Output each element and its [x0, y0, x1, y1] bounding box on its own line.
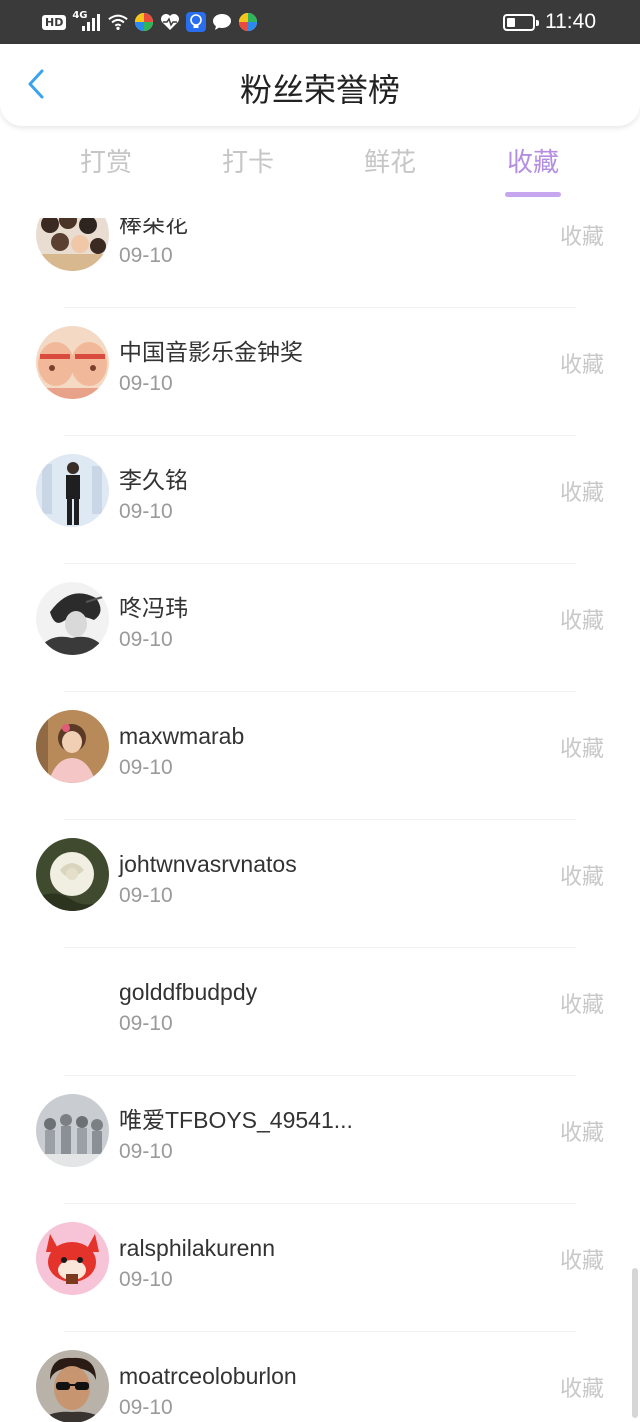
chat-bubble-icon	[212, 12, 232, 32]
favorite-label: 收藏	[559, 737, 604, 762]
list-item[interactable]: 中国音影乐金钟奖 09-10 收藏	[0, 308, 640, 436]
favorite-label: 收藏	[559, 993, 604, 1018]
user-name: 棒朵花	[119, 218, 188, 237]
user-name: golddfbudpdy	[119, 979, 258, 1005]
clock: 11:40	[545, 10, 596, 33]
favorite-label: 收藏	[559, 225, 604, 250]
user-name: maxwmarab	[119, 723, 245, 749]
date: 09-10	[119, 1140, 173, 1163]
wifi-icon	[108, 12, 129, 32]
date: 09-10	[119, 756, 173, 779]
favorite-label: 收藏	[559, 609, 604, 634]
sunglasses-man-avatar[interactable]	[36, 1350, 109, 1422]
tab-label: 打卡	[221, 148, 274, 178]
page-title: 粉丝荣誉榜	[239, 71, 400, 109]
blank-avatar[interactable]	[36, 966, 109, 1039]
hd-badge: HD	[42, 14, 67, 30]
tab-reward[interactable]: 打赏	[46, 138, 166, 200]
date: 09-10	[119, 372, 173, 395]
list-item[interactable]: 棒朵花 09-10 收藏	[0, 218, 640, 308]
date: 09-10	[119, 244, 173, 267]
favorite-label: 收藏	[559, 353, 604, 378]
favorite-label: 收藏	[559, 1377, 604, 1402]
header: 粉丝荣誉榜	[0, 44, 640, 126]
battery-icon	[503, 13, 539, 31]
standing-man-avatar[interactable]	[36, 454, 109, 527]
list-item[interactable]: maxwmarab 09-10 收藏	[0, 692, 640, 820]
list-item[interactable]: 咚冯玮 09-10 收藏	[0, 564, 640, 692]
red-fox-cartoon-avatar[interactable]	[36, 1222, 109, 1295]
tab-bar: 打赏 打卡 鲜花 收藏	[0, 138, 640, 200]
bulb-icon	[186, 12, 207, 32]
favorite-label: 收藏	[559, 1249, 604, 1274]
group-photo-avatar[interactable]	[36, 218, 109, 271]
user-name: ralsphilakurenn	[119, 1235, 275, 1261]
list-item[interactable]: golddfbudpdy 09-10 收藏	[0, 948, 640, 1076]
user-name: 中国音影乐金钟奖	[119, 339, 303, 365]
active-tab-indicator	[505, 192, 561, 197]
list-item[interactable]: 唯爱TFBOYS_49541... 09-10 收藏	[0, 1076, 640, 1204]
tab-favorites[interactable]: 收藏	[473, 138, 593, 200]
favorite-label: 收藏	[559, 481, 604, 506]
health-heart-icon	[160, 12, 180, 32]
date: 09-10	[119, 1268, 173, 1291]
date: 09-10	[119, 500, 173, 523]
date: 09-10	[119, 884, 173, 907]
date: 09-10	[119, 1012, 173, 1035]
white-rose-avatar[interactable]	[36, 838, 109, 911]
tab-label: 收藏	[506, 148, 559, 178]
colorful-app-icon-2	[238, 12, 258, 32]
user-name: moatrceoloburlon	[119, 1363, 297, 1389]
list-item[interactable]: ralsphilakurenn 09-10 收藏	[0, 1204, 640, 1332]
status-bar: HD 4G 11:40	[0, 0, 640, 44]
tab-label: 打赏	[79, 148, 132, 178]
status-bar-right: 11:40	[503, 0, 596, 44]
fan-list[interactable]: 棒朵花 09-10 收藏 中国音影乐金钟奖 09-10 收藏 李久铭 09-10…	[0, 218, 640, 1422]
cartoon-faces-avatar[interactable]	[36, 326, 109, 399]
list-item[interactable]: 李久铭 09-10 收藏	[0, 436, 640, 564]
tab-flowers[interactable]: 鲜花	[330, 138, 450, 200]
favorite-label: 收藏	[559, 1121, 604, 1146]
group-grey-avatar[interactable]	[36, 1094, 109, 1167]
tab-checkin[interactable]: 打卡	[188, 138, 308, 200]
list-item[interactable]: moatrceoloburlon 09-10 收藏	[0, 1332, 640, 1422]
sketch-portrait-avatar[interactable]	[36, 582, 109, 655]
status-bar-left: HD 4G	[42, 0, 258, 44]
cellular-signal-icon: 4G	[72, 11, 102, 33]
user-name: johtwnvasrvnatos	[119, 851, 297, 877]
child-photo-avatar[interactable]	[36, 710, 109, 783]
colorful-app-icon	[134, 12, 154, 32]
tab-label: 鲜花	[363, 148, 416, 178]
date: 09-10	[119, 628, 173, 651]
favorite-label: 收藏	[559, 865, 604, 890]
user-name: 唯爱TFBOYS_49541...	[119, 1107, 353, 1133]
date: 09-10	[119, 1396, 173, 1419]
list-item[interactable]: johtwnvasrvnatos 09-10 收藏	[0, 820, 640, 948]
user-name: 咚冯玮	[119, 595, 188, 621]
user-name: 李久铭	[119, 467, 188, 493]
scrollbar[interactable]	[632, 1268, 638, 1418]
